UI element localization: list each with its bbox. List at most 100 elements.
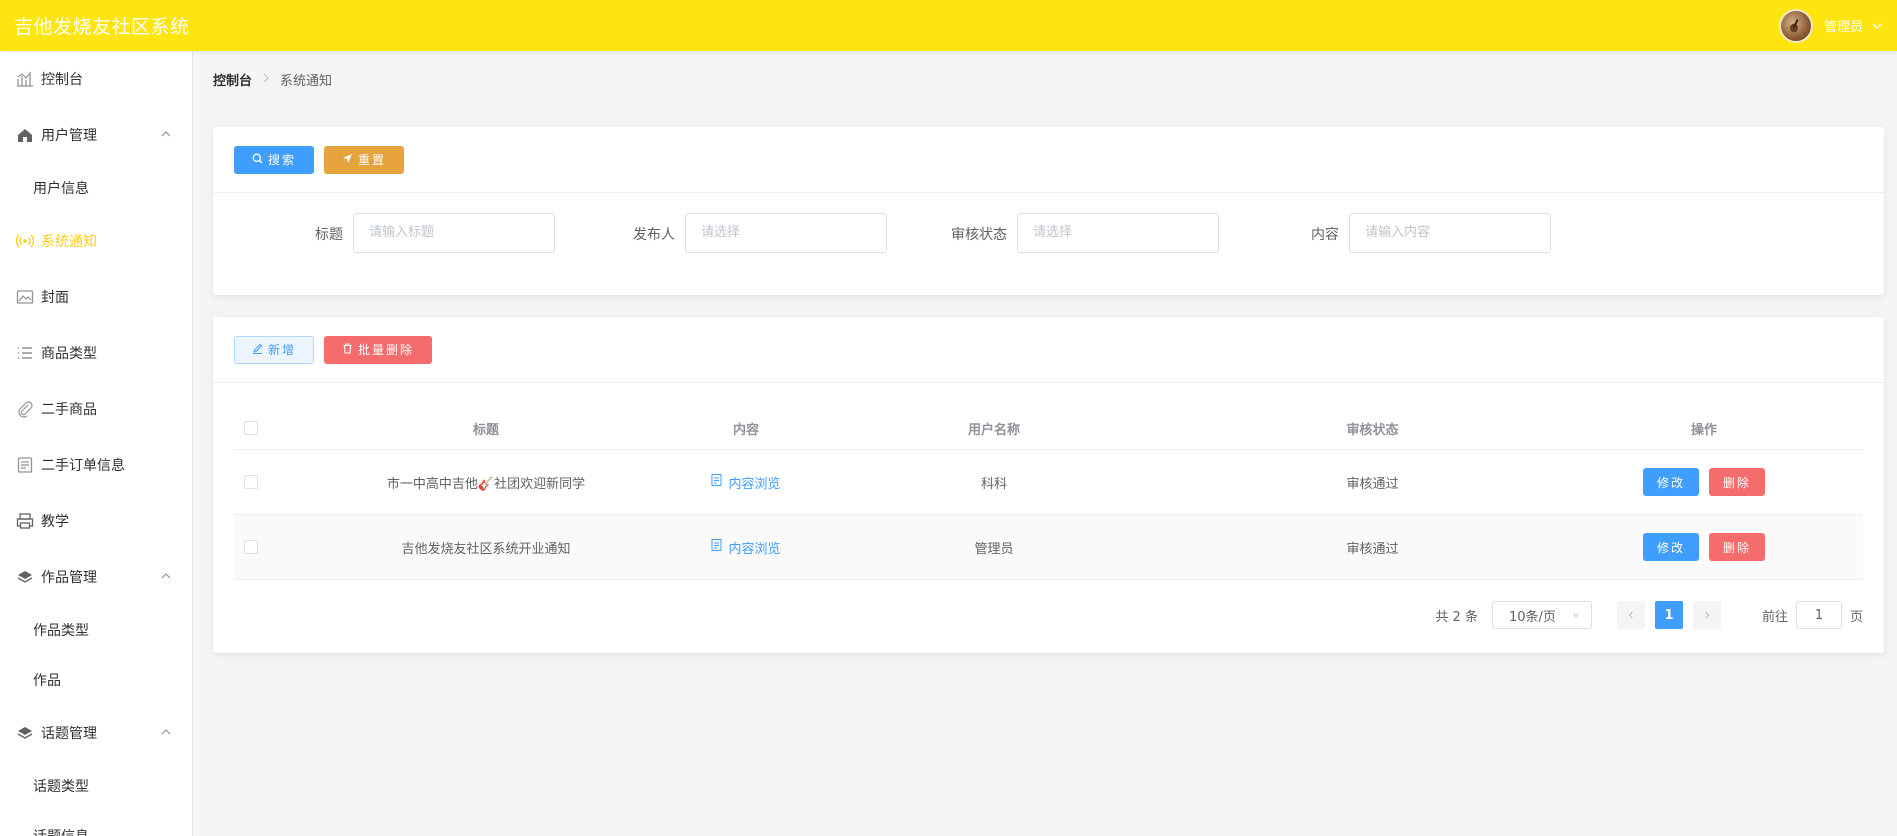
notice-table: 标题 内容 用户名称 审核状态 操作 市一中高中吉他🎸社团欢迎新同学 内容浏览 …: [234, 407, 1863, 580]
select-all-checkbox[interactable]: [244, 421, 258, 435]
next-page-button[interactable]: [1692, 601, 1721, 629]
chevron-left-icon: [1628, 611, 1633, 619]
chevron-up-icon: [161, 729, 171, 735]
sidebar-item-label: 作品类型: [33, 623, 89, 639]
sidebar-item-second-hand-orders[interactable]: 二手订单信息: [0, 437, 192, 493]
sidebar-item-label: 话题信息: [33, 826, 89, 836]
sidebar-item-topic-info[interactable]: 话题信息: [0, 811, 192, 836]
sidebar-item-label: 二手商品: [41, 402, 97, 418]
content-preview-link[interactable]: 内容浏览: [711, 473, 781, 492]
column-header-title: 标题: [472, 422, 499, 438]
edit-icon: [252, 343, 263, 357]
sidebar-item-dashboard[interactable]: 控制台: [0, 51, 192, 107]
sidebar-item-label: 作品: [33, 673, 61, 689]
chevron-right-icon: [261, 72, 271, 87]
sidebar-item-work-type[interactable]: 作品类型: [0, 605, 192, 655]
app-title: 吉他发烧友社区系统: [14, 16, 190, 38]
chevron-right-icon: [1705, 611, 1710, 619]
breadcrumb-current: 系统通知: [280, 74, 333, 89]
sidebar-item-work[interactable]: 作品: [0, 655, 192, 705]
chevron-down-icon[interactable]: [1871, 20, 1883, 32]
sidebar-item-second-hand-goods[interactable]: 二手商品: [0, 381, 192, 437]
chart-icon: [16, 70, 34, 88]
sidebar-item-work-management[interactable]: 作品管理: [0, 549, 192, 605]
reset-button[interactable]: 重置: [324, 145, 405, 174]
sidebar-item-label: 用户管理: [41, 128, 97, 144]
search-fields: 标题 请输入标题 发布人 请选择 审核状态 请选择 内容 请输入内容: [213, 213, 1884, 253]
column-header-status: 审核状态: [1346, 422, 1399, 438]
row-status: 审核通过: [1346, 476, 1399, 492]
row-title: 市一中高中吉他🎸社团欢迎新同学: [386, 476, 586, 492]
add-button[interactable]: 新增: [234, 335, 315, 364]
table-row: 市一中高中吉他🎸社团欢迎新同学 内容浏览 科科 审核通过 修改 删除: [234, 450, 1863, 515]
column-header-user: 用户名称: [967, 422, 1020, 438]
layers-icon: [16, 724, 34, 742]
chevron-up-icon: [161, 131, 171, 137]
home-icon: [16, 126, 34, 144]
sidebar-item-label: 作品管理: [41, 570, 97, 586]
sidebar-item-label: 二手订单信息: [41, 458, 125, 474]
content-preview-label: 内容浏览: [728, 541, 781, 557]
search-icon: [252, 153, 263, 167]
sidebar-item-goods-type[interactable]: 商品类型: [0, 325, 192, 381]
sidebar-item-user-info[interactable]: 用户信息: [0, 163, 192, 213]
content-filter-label: 内容: [1311, 227, 1339, 243]
reset-button-label: 重置: [358, 153, 387, 167]
batch-delete-label: 批量删除: [358, 343, 415, 357]
document-icon: [711, 539, 722, 555]
content-preview-link[interactable]: 内容浏览: [711, 538, 781, 557]
page-size-value: 10条/页: [1508, 609, 1556, 625]
batch-delete-button[interactable]: 批量删除: [324, 335, 433, 364]
goto-suffix: 页: [1849, 609, 1863, 625]
sidebar-item-label: 系统通知: [41, 234, 97, 250]
prev-page-button[interactable]: [1616, 601, 1645, 629]
avatar[interactable]: [1778, 8, 1813, 43]
title-filter-input[interactable]: 请输入标题: [353, 213, 555, 253]
content-filter-input[interactable]: 请输入内容: [1349, 213, 1551, 253]
sidebar-item-topic-management[interactable]: 话题管理: [0, 705, 192, 761]
user-menu[interactable]: 管理员: [1778, 8, 1897, 43]
breadcrumb-root[interactable]: 控制台: [213, 70, 252, 89]
sidebar-item-user-management[interactable]: 用户管理: [0, 107, 192, 163]
delete-button[interactable]: 删除: [1709, 533, 1766, 561]
trash-icon: [342, 342, 353, 357]
row-user: 管理员: [974, 541, 1014, 557]
sidebar-item-label: 商品类型: [41, 346, 97, 362]
page-number-current[interactable]: 1: [1654, 601, 1683, 629]
content-preview-label: 内容浏览: [728, 476, 781, 492]
list-icon: [16, 344, 34, 362]
row-checkbox[interactable]: [244, 540, 258, 554]
edit-button[interactable]: 修改: [1642, 468, 1699, 496]
sidebar-item-label: 教学: [41, 514, 69, 530]
sidebar-item-label: 控制台: [41, 72, 83, 88]
goto-page-input[interactable]: 1: [1795, 601, 1842, 629]
row-checkbox[interactable]: [244, 475, 258, 489]
audit-status-filter-label: 审核状态: [951, 227, 1007, 243]
guitar-icon: [1789, 18, 1799, 32]
printer-icon: [16, 512, 34, 530]
user-name[interactable]: 管理员: [1824, 16, 1863, 35]
row-user: 科科: [980, 476, 1007, 492]
sidebar-item-label: 封面: [41, 290, 69, 306]
send-icon: [342, 153, 353, 167]
publisher-filter-select[interactable]: 请选择: [685, 213, 887, 253]
table-row: 吉他发烧友社区系统开业通知 内容浏览 管理员 审核通过 修改 删除: [234, 515, 1863, 580]
sidebar-item-cover[interactable]: 封面: [0, 269, 192, 325]
add-button-label: 新增: [268, 343, 297, 357]
sidebar-item-topic-type[interactable]: 话题类型: [0, 761, 192, 811]
breadcrumb: 控制台 系统通知: [213, 70, 332, 89]
search-button-label: 搜索: [268, 153, 297, 167]
column-header-actions: 操作: [1690, 422, 1717, 438]
chevron-down-icon: [1572, 613, 1580, 618]
goto-prefix: 前往: [1761, 609, 1788, 625]
row-title: 吉他发烧友社区系统开业通知: [401, 541, 571, 557]
delete-button[interactable]: 删除: [1709, 468, 1766, 496]
sidebar: 控制台 用户管理 用户信息 系统通知 封面 商品类型 二手商品 二手订单信息 教…: [0, 51, 193, 836]
page-size-select[interactable]: 10条/页: [1491, 601, 1592, 629]
edit-button[interactable]: 修改: [1642, 533, 1699, 561]
search-button[interactable]: 搜索: [234, 145, 315, 174]
sidebar-item-teaching[interactable]: 教学: [0, 493, 192, 549]
sidebar-item-system-notice[interactable]: 系统通知: [0, 213, 192, 269]
audit-status-filter-select[interactable]: 请选择: [1017, 213, 1219, 253]
search-panel: 搜索 重置 标题 请输入标题 发布人 请选择 审核状态 请选择 内容 请输入内容: [213, 127, 1884, 295]
